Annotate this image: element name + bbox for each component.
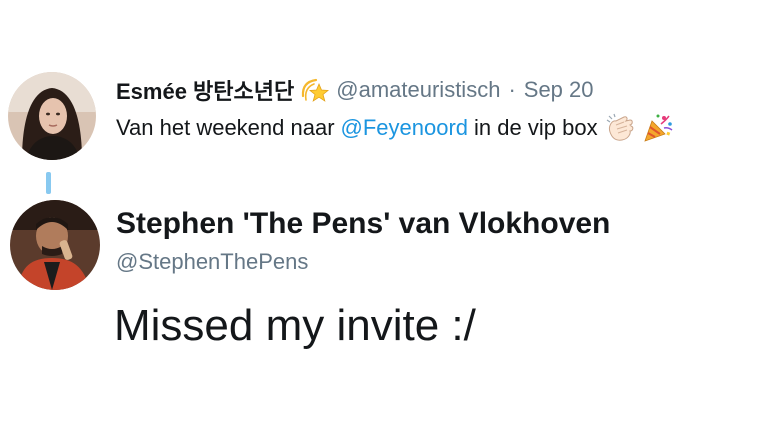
reply-author-name[interactable]: Stephen 'The Pens' van Vlokhoven — [116, 204, 610, 244]
parent-author-name[interactable]: Esmée 방탄소년단 — [116, 74, 294, 106]
parent-text-after: in de vip box — [474, 115, 598, 140]
thread-connector-line — [46, 172, 51, 194]
parent-tweet-text: Van het weekend naar @Feyenoord in de vi… — [116, 110, 674, 146]
reply-author-handle[interactable]: @StephenThePens — [116, 246, 308, 278]
header-separator: · — [508, 77, 516, 102]
reply-author-avatar[interactable] — [10, 200, 100, 290]
dizzy-star-icon — [300, 76, 330, 104]
mention-link[interactable]: @Feyenoord — [341, 115, 469, 141]
parent-author-avatar[interactable] — [8, 72, 96, 160]
parent-text-before: Van het weekend naar — [116, 115, 335, 140]
parent-author-handle[interactable]: @amateuristisch — [336, 77, 500, 103]
clapping-hands-icon — [604, 112, 636, 144]
tweet-thread-screenshot: Esmée 방탄소년단 @amateuristisch · Sep 20 Van… — [0, 0, 760, 428]
parent-tweet-header: Esmée 방탄소년단 @amateuristisch · Sep 20 — [116, 72, 594, 108]
party-popper-icon — [642, 112, 674, 144]
parent-tweet-date[interactable]: Sep 20 — [524, 77, 594, 103]
reply-tweet-text: Missed my invite :/ — [114, 301, 476, 350]
